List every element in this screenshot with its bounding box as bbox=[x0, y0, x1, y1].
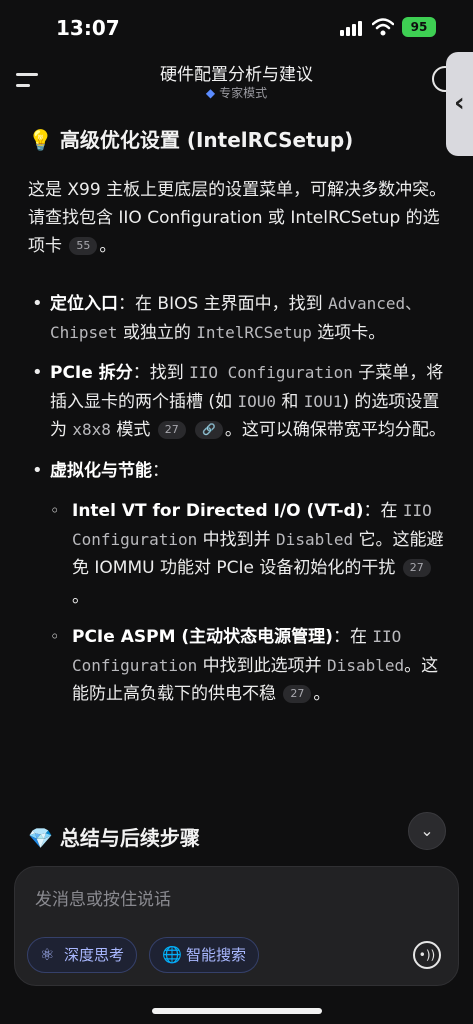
inline-code: IIO Configuration bbox=[189, 363, 353, 382]
item-label: Intel VT for Directed I/O (VT-d) bbox=[72, 501, 364, 521]
item-text: ：找到 bbox=[132, 363, 190, 383]
battery-indicator: 95 bbox=[402, 17, 436, 37]
section-heading-summary: 💎 总结与后续步骤 bbox=[28, 822, 200, 851]
globe-icon: 🌐 bbox=[162, 945, 182, 964]
list-item-locate: 定位入口：在 BIOS 主界面中，找到 Advanced、Chipset 或独立… bbox=[28, 290, 448, 347]
inline-code: Disabled bbox=[327, 655, 405, 675]
atom-icon: ⚛ bbox=[40, 945, 55, 964]
citation-badge[interactable]: 27 bbox=[402, 559, 431, 577]
section-heading-text: 高级优化设置 (IntelRCSetup) bbox=[59, 128, 354, 152]
item-text: ： bbox=[152, 460, 169, 481]
voice-input-icon[interactable]: •)) bbox=[413, 941, 441, 969]
message-content: 💡 高级优化设置 (IntelRCSetup) 这是 X99 主板上更底层的设置… bbox=[0, 110, 473, 870]
lightbulb-icon: 💡 bbox=[28, 128, 53, 152]
chevron-down-icon: ⌄ bbox=[420, 821, 434, 840]
item-text: ：在 bbox=[363, 501, 403, 521]
list-item-pcie: PCIe 拆分：找到 IIO Configuration 子菜单，将插入显卡的两… bbox=[28, 359, 448, 445]
mode-label[interactable]: ◆ 专家模式 bbox=[0, 84, 473, 101]
diamond-icon: ◆ bbox=[205, 86, 216, 100]
scroll-down-button[interactable]: ⌄ bbox=[408, 812, 446, 850]
inline-code: Disabled bbox=[276, 529, 354, 549]
smart-search-button[interactable]: 🌐 智能搜索 bbox=[149, 937, 260, 973]
citation-badge[interactable]: 27 bbox=[283, 685, 312, 703]
mode-text: 专家模式 bbox=[219, 86, 268, 100]
wifi-icon bbox=[372, 18, 394, 36]
citation-badge[interactable]: 55 bbox=[69, 237, 98, 255]
status-time: 13:07 bbox=[56, 16, 120, 40]
status-bar: 13:07 95 bbox=[0, 0, 473, 56]
item-text: ：在 bbox=[332, 627, 373, 647]
diamond-icon: 💎 bbox=[28, 826, 53, 850]
item-text: 。这可以确保带宽平均分配。 bbox=[224, 420, 446, 440]
inline-code: IOU0 bbox=[237, 391, 276, 411]
intro-paragraph: 这是 X99 主板上更底层的设置菜单，可解决多数冲突。请查找包含 IIO Con… bbox=[28, 176, 448, 260]
intro-end: 。 bbox=[99, 236, 117, 256]
inline-code: IOU1 bbox=[303, 391, 343, 411]
item-text: ：在 BIOS 主界面中，找到 bbox=[118, 294, 329, 314]
conversation-title: 硬件配置分析与建议 bbox=[160, 65, 313, 85]
inline-code: x8x8 bbox=[72, 420, 111, 439]
link-icon[interactable]: 🔗 bbox=[195, 421, 223, 439]
bullet-list: 定位入口：在 BIOS 主界面中，找到 Advanced、Chipset 或独立… bbox=[28, 290, 448, 721]
smart-search-label: 智能搜索 bbox=[186, 946, 247, 964]
inline-code: IntelRCSetup bbox=[196, 322, 312, 342]
item-label: PCIe 拆分 bbox=[50, 363, 133, 383]
item-text: 。 bbox=[72, 586, 89, 607]
message-input[interactable]: 发消息或按住说话 bbox=[35, 885, 171, 910]
item-label: 定位入口 bbox=[50, 294, 118, 314]
item-label: 虚拟化与节能 bbox=[50, 460, 152, 481]
item-text: 中找到此选项并 bbox=[197, 655, 328, 676]
sub-item-vtd: Intel VT for Directed I/O (VT-d)：在 IIO C… bbox=[28, 497, 448, 611]
section-heading-optimization: 💡 高级优化设置 (IntelRCSetup) bbox=[28, 124, 353, 153]
item-text: 模式 bbox=[110, 420, 151, 440]
item-text: 。 bbox=[313, 684, 331, 704]
sub-item-aspm: PCIe ASPM (主动状态电源管理)：在 IIO Configuration… bbox=[28, 623, 448, 709]
signal-icon bbox=[340, 20, 362, 36]
item-text: 或独立的 bbox=[117, 322, 197, 343]
citation-badge[interactable]: 27 bbox=[157, 421, 186, 439]
section-heading-text: 总结与后续步骤 bbox=[59, 826, 200, 850]
deep-think-label: 深度思考 bbox=[64, 946, 125, 964]
item-text: 和 bbox=[275, 391, 304, 412]
list-item-virtualization: 虚拟化与节能： bbox=[28, 457, 448, 486]
item-text: 选项卡。 bbox=[311, 322, 386, 343]
message-composer[interactable]: 发消息或按住说话 ⚛ 深度思考 🌐 智能搜索 •)) bbox=[14, 866, 459, 986]
item-label: PCIe ASPM (主动状态电源管理) bbox=[72, 627, 333, 647]
deep-think-button[interactable]: ⚛ 深度思考 bbox=[27, 937, 138, 973]
home-indicator bbox=[152, 1008, 322, 1014]
item-text: 中找到并 bbox=[197, 529, 277, 550]
